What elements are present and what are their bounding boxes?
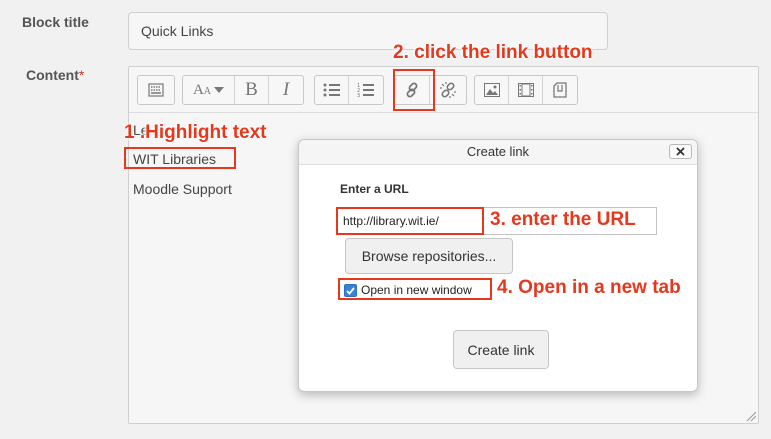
dialog-title: Create link bbox=[466, 144, 530, 159]
file-icon[interactable] bbox=[543, 76, 577, 104]
toolbar-separator bbox=[129, 112, 758, 113]
url-label: Enter a URL bbox=[340, 182, 409, 196]
link-button-annotation-box bbox=[393, 69, 435, 111]
toolbar-group-format: AA B I bbox=[182, 75, 304, 105]
annotation-step-1: 1 .Highlight text bbox=[124, 122, 267, 143]
bold-icon[interactable]: B bbox=[235, 76, 269, 104]
annotation-step-3: 3. enter the URL bbox=[490, 209, 636, 230]
content-label-text: Content bbox=[26, 67, 79, 83]
create-link-button[interactable]: Create link bbox=[453, 330, 549, 369]
media-icon[interactable] bbox=[509, 76, 543, 104]
unlink-icon[interactable] bbox=[430, 76, 466, 104]
close-icon bbox=[676, 147, 685, 156]
svg-text:3: 3 bbox=[357, 93, 360, 98]
italic-icon[interactable]: I bbox=[269, 76, 303, 104]
toolbar-toggle-icon[interactable] bbox=[138, 76, 174, 104]
annotation-step-2: 2. click the link button bbox=[393, 42, 593, 63]
new-window-annotation-box bbox=[338, 278, 492, 300]
image-icon[interactable] bbox=[475, 76, 509, 104]
block-title-label: Block title bbox=[22, 14, 89, 30]
toolbar-group-toggle bbox=[137, 75, 175, 105]
toolbar-group-media bbox=[474, 75, 578, 105]
highlight-annotation-box bbox=[124, 147, 236, 169]
editor-line: Moodle Support bbox=[133, 181, 232, 197]
toolbar-group-lists: 123 bbox=[314, 75, 384, 105]
resize-grip-icon[interactable] bbox=[745, 410, 757, 422]
url-annotation-box bbox=[336, 207, 484, 235]
browse-repositories-button[interactable]: Browse repositories... bbox=[345, 238, 513, 274]
ordered-list-icon[interactable]: 123 bbox=[349, 76, 383, 104]
annotation-step-4: 4. Open in a new tab bbox=[497, 277, 681, 298]
dialog-close-button[interactable] bbox=[669, 144, 692, 159]
unordered-list-icon[interactable] bbox=[315, 76, 349, 104]
required-marker: * bbox=[78, 67, 85, 83]
content-label: Content* bbox=[26, 67, 84, 83]
font-style-icon[interactable]: AA bbox=[183, 76, 235, 104]
